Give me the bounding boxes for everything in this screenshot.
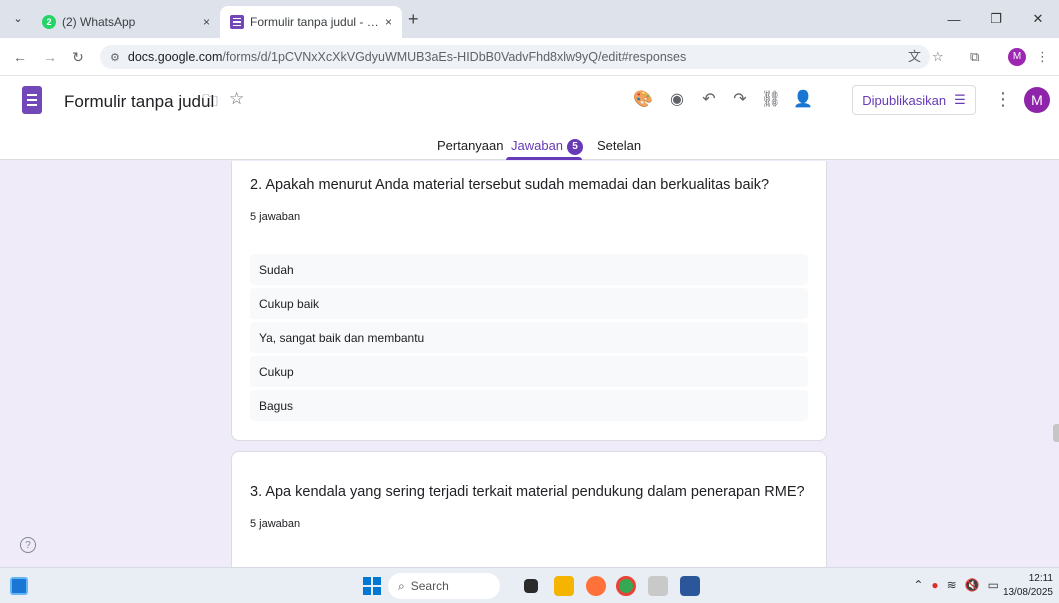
tab-settings[interactable]: Setelan [597, 138, 641, 153]
redo-icon[interactable]: ↷ [729, 89, 751, 111]
url-host: docs.google.com [127, 50, 223, 64]
whatsapp-favicon-icon: 2 [42, 15, 56, 29]
publish-settings-icon: ☰ [954, 92, 966, 107]
system-tray: ⌃ ● ≋ 🔇 ▭ [913, 578, 999, 592]
browser-menu-icon[interactable]: ⋮ [1036, 47, 1049, 67]
more-options-icon[interactable]: ⋮ [994, 89, 1012, 110]
clock-time: 12:11 [1028, 573, 1053, 584]
url-path: /forms/d/1pCVNxXcXkVGdyuWMUB3aEs-HIDbB0V… [222, 50, 687, 64]
start-windows-icon[interactable] [363, 577, 381, 595]
list-item: Cukup baik [250, 288, 808, 319]
extensions-icon[interactable]: ⧉ [970, 47, 979, 67]
browser-toolbar: ← → ↻ ⚙ docs.google.com/forms/d/1pCVNxXc… [0, 38, 1059, 76]
forward-icon[interactable]: → [40, 47, 60, 67]
wifi-icon[interactable]: ≋ [947, 578, 957, 592]
add-collaborators-icon[interactable]: 👤 [792, 89, 814, 111]
calendar-app-icon[interactable] [648, 576, 668, 596]
windows-taskbar: ⌕ Search ⌃ ● ≋ 🔇 ▭ 12:11 13/08/2025 [0, 567, 1059, 603]
tab-close-icon[interactable]: × [385, 15, 392, 29]
account-avatar[interactable]: M [1024, 87, 1050, 113]
taskbar-clock[interactable]: 12:11 13/08/2025 [1003, 572, 1053, 600]
close-window-icon[interactable]: ✕ [1017, 0, 1059, 38]
customize-theme-icon[interactable]: 🎨 [632, 89, 654, 111]
side-panel-handle[interactable] [1053, 424, 1059, 442]
responses-count-badge: 5 [567, 138, 584, 155]
tab-whatsapp[interactable]: 2 (2) WhatsApp × [32, 6, 220, 38]
answer-list: Sudah Cukup baik Ya, sangat baik dan mem… [250, 254, 808, 421]
copy-link-icon[interactable]: ⛓ [760, 89, 782, 111]
clock-date: 13/08/2025 [1002, 587, 1053, 598]
question-card: 2. Apakah menurut Anda material tersebut… [231, 161, 827, 441]
tab-questions[interactable]: Pertanyaan [437, 138, 504, 153]
site-info-icon[interactable]: ⚙ [110, 51, 120, 64]
list-item: Sudah [250, 254, 808, 285]
question-title: 3. Apa kendala yang sering terjadi terka… [250, 484, 805, 500]
question-card: 3. Apa kendala yang sering terjadi terka… [231, 451, 827, 567]
response-count: 5 jawaban [250, 211, 301, 223]
widgets-icon[interactable] [10, 577, 28, 595]
tab-close-icon[interactable]: × [203, 15, 210, 29]
search-icon: ⌕ [398, 578, 405, 593]
restore-icon[interactable]: ❐ [975, 0, 1017, 38]
list-item: Bagus [250, 390, 808, 421]
google-forms-favicon-icon [230, 15, 244, 29]
search-label: Search [410, 579, 449, 593]
tray-overflow-icon[interactable]: ⌃ [913, 578, 923, 592]
list-item: Ya, sangat baik dan membantu [250, 322, 808, 353]
network-alert-icon[interactable]: ● [931, 578, 938, 592]
task-view-icon[interactable] [524, 579, 538, 593]
forms-header: Formulir tanpa judul 🗀 ☆ 🎨 ◉ ↶ ↷ ⛓ 👤 Dip… [0, 76, 1059, 160]
tab-search-chevron-icon[interactable]: ⌄ [8, 9, 28, 29]
question-title: 2. Apakah menurut Anda material tersebut… [250, 177, 770, 193]
help-icon[interactable]: ? [20, 537, 36, 553]
preview-eye-icon[interactable]: ◉ [666, 89, 688, 111]
star-form-icon[interactable]: ☆ [229, 89, 244, 109]
published-label: Dipublikasikan [862, 92, 947, 108]
forms-tab-bar: Pertanyaan Jawaban 5 Setelan [0, 130, 1059, 160]
reload-icon[interactable]: ↻ [68, 47, 88, 67]
battery-icon[interactable]: ▭ [988, 578, 999, 592]
form-title[interactable]: Formulir tanpa judul [64, 92, 214, 112]
tab-title: (2) WhatsApp [62, 15, 136, 29]
list-item: Cukup [250, 356, 808, 387]
move-to-folder-icon[interactable]: 🗀 [202, 90, 218, 117]
active-tab-indicator [506, 157, 582, 160]
address-bar[interactable]: ⚙ docs.google.com/forms/d/1pCVNxXcXkVGdy… [100, 45, 930, 69]
profile-initial: M [1008, 48, 1026, 66]
taskbar-search[interactable]: ⌕ Search [388, 573, 500, 599]
browser-tab-strip: ⌄ 2 (2) WhatsApp × Formulir tanpa judul … [0, 0, 1059, 38]
bookmark-star-icon[interactable]: ☆ [932, 47, 944, 67]
response-count: 5 jawaban [250, 518, 301, 530]
tab-responses-label: Jawaban [511, 138, 564, 153]
responses-content[interactable]: 2. Apakah menurut Anda material tersebut… [0, 161, 1059, 567]
tab-title: Formulir tanpa judul - Google F [250, 15, 379, 29]
undo-icon[interactable]: ↶ [698, 89, 720, 111]
file-explorer-icon[interactable] [554, 576, 574, 596]
window-controls: — ❐ ✕ [933, 0, 1059, 38]
word-icon[interactable] [680, 576, 700, 596]
chrome-icon[interactable] [616, 576, 636, 596]
google-forms-logo-icon[interactable] [22, 86, 42, 114]
translate-icon[interactable]: 文 [908, 47, 921, 67]
profile-icon[interactable]: M [1008, 48, 1026, 68]
tab-responses[interactable]: Jawaban 5 [511, 138, 584, 155]
tab-google-forms[interactable]: Formulir tanpa judul - Google F × [220, 6, 402, 38]
back-icon[interactable]: ← [10, 47, 30, 67]
firefox-icon[interactable] [586, 576, 606, 596]
volume-muted-icon[interactable]: 🔇 [965, 578, 980, 592]
new-tab-button[interactable]: + [408, 10, 419, 28]
minimize-icon[interactable]: — [933, 0, 975, 38]
published-button[interactable]: Dipublikasikan ☰ [852, 85, 976, 115]
